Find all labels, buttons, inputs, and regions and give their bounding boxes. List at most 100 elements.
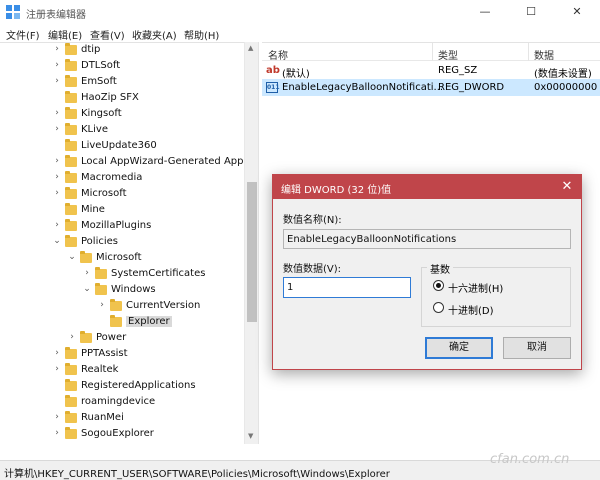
ok-button[interactable]: 确定	[425, 337, 493, 359]
chevron-right-icon[interactable]: ›	[52, 412, 62, 422]
tree-item[interactable]: › RuanMei	[0, 410, 245, 426]
tree-item[interactable]: › EmSoft	[0, 74, 245, 90]
tree-item-label[interactable]: RuanMei	[81, 412, 124, 423]
tree-item[interactable]: › KLive	[0, 122, 245, 138]
column-type[interactable]: 类型	[438, 47, 458, 62]
tree-item-label[interactable]: CurrentVersion	[126, 300, 200, 311]
tree-item-label[interactable]: SystemCertificates	[111, 268, 205, 279]
tree-item[interactable]: › dtip	[0, 43, 245, 58]
chevron-right-icon[interactable]: ›	[52, 44, 62, 54]
chevron-right-icon[interactable]: ›	[52, 108, 62, 118]
chevron-right-icon[interactable]: ›	[52, 364, 62, 374]
tree-item-label[interactable]: LiveUpdate360	[81, 140, 157, 151]
tree-item[interactable]: › Realtek	[0, 362, 245, 378]
tree-item[interactable]: ⌄ Microsoft	[0, 250, 245, 266]
tree-item[interactable]: › SogouExplorer	[0, 426, 245, 442]
tree-item[interactable]: Mine	[0, 202, 245, 218]
tree-item-label[interactable]: Macromedia	[81, 172, 142, 183]
tree-item-label[interactable]: Power	[96, 332, 126, 343]
column-divider[interactable]	[432, 43, 433, 61]
menu-view[interactable]: 查看(V)	[90, 27, 125, 42]
tree-item-label[interactable]: KLive	[81, 124, 108, 135]
tree-item-label[interactable]: Microsoft	[81, 188, 127, 199]
dialog-close-icon[interactable]: ✕	[557, 178, 577, 196]
chevron-down-icon[interactable]: ⌄	[52, 236, 62, 246]
chevron-right-icon[interactable]: ›	[52, 172, 62, 182]
tree-item[interactable]: › CurrentVersion	[0, 298, 245, 314]
tree-item-label[interactable]: Microsoft	[96, 252, 142, 263]
tree-item-label[interactable]: roamingdevice	[81, 396, 155, 407]
tree-item-label[interactable]: PPTAssist	[81, 348, 128, 359]
tree-item[interactable]: › Microsoft	[0, 186, 245, 202]
tree-item-label[interactable]: Windows	[111, 284, 156, 295]
menu-favorites[interactable]: 收藏夹(A)	[132, 27, 177, 42]
tree-item[interactable]: › PPTAssist	[0, 346, 245, 362]
tree-item-label[interactable]: HaoZip SFX	[81, 92, 139, 103]
scroll-up-arrow-icon[interactable]: ▲	[248, 44, 253, 52]
maximize-button[interactable]: ☐	[508, 0, 554, 24]
tree-item[interactable]: RegisteredApplications	[0, 378, 245, 394]
folder-icon	[110, 299, 122, 311]
list-row-selected[interactable]: 011 EnableLegacyBalloonNotificati... REG…	[262, 79, 600, 96]
chevron-right-icon[interactable]: ›	[52, 188, 62, 198]
tree-item[interactable]: › Power	[0, 330, 245, 346]
tree-item-label[interactable]: SogouExplorer	[81, 428, 154, 439]
tree-item[interactable]: roamingdevice	[0, 394, 245, 410]
chevron-right-icon[interactable]: ›	[52, 428, 62, 438]
tree-item[interactable]: ⌄ Windows	[0, 282, 245, 298]
tree-scrollbar[interactable]: ▲ ▼	[244, 42, 258, 444]
cancel-button[interactable]: 取消	[503, 337, 571, 359]
menu-edit[interactable]: 编辑(E)	[48, 27, 82, 42]
tree-item[interactable]: › Local AppWizard-Generated Applic	[0, 154, 255, 170]
column-divider[interactable]	[528, 43, 529, 61]
tree-item-label[interactable]: EmSoft	[81, 76, 117, 87]
tree-item[interactable]: HaoZip SFX	[0, 90, 245, 106]
tree-item-label[interactable]: RegisteredApplications	[81, 380, 196, 391]
column-name[interactable]: 名称	[268, 47, 288, 62]
chevron-right-icon[interactable]: ›	[52, 348, 62, 358]
tree-item[interactable]: › Macromedia	[0, 170, 245, 186]
tree-item[interactable]: ⌄ Policies	[0, 234, 245, 250]
chevron-right-icon[interactable]: ›	[52, 60, 62, 70]
tree-scroll-thumb[interactable]	[247, 182, 257, 322]
chevron-right-icon[interactable]: ›	[97, 300, 107, 310]
chevron-right-icon[interactable]: ›	[52, 76, 62, 86]
chevron-down-icon[interactable]: ⌄	[67, 252, 77, 262]
registry-tree[interactable]: › dtip › DTLSoft › EmSoft HaoZip SFX › Kingsoft ›…	[0, 42, 258, 444]
tree-item[interactable]: Explorer	[0, 314, 245, 330]
menu-help[interactable]: 帮助(H)	[184, 27, 219, 42]
chevron-right-icon[interactable]: ›	[67, 332, 77, 342]
dialog-title-bar[interactable]: 编辑 DWORD (32 位)值 ✕	[273, 175, 581, 199]
tree-item-label[interactable]: DTLSoft	[81, 60, 120, 71]
tree-item-label[interactable]: dtip	[81, 44, 100, 55]
tree-item-label[interactable]: Realtek	[81, 364, 118, 375]
tree-item-label[interactable]: Mine	[81, 204, 105, 215]
tree-item-label[interactable]: Kingsoft	[81, 108, 122, 119]
value-data-input[interactable]	[283, 277, 411, 298]
tree-item-label[interactable]: Explorer	[126, 316, 172, 327]
chevron-right-icon[interactable]: ›	[52, 220, 62, 230]
radio-hex-label[interactable]: 十六进制(H)	[448, 280, 503, 295]
tree-item-label[interactable]: MozillaPlugins	[81, 220, 151, 231]
folder-icon	[65, 411, 77, 423]
list-row[interactable]: ab (默认) REG_SZ (数值未设置)	[262, 62, 600, 80]
radio-hex-icon[interactable]	[433, 280, 444, 291]
chevron-down-icon[interactable]: ⌄	[82, 284, 92, 294]
chevron-right-icon[interactable]: ›	[82, 268, 92, 278]
tree-item[interactable]: › MozillaPlugins	[0, 218, 245, 234]
column-data[interactable]: 数据	[534, 47, 554, 62]
tree-item[interactable]: › SystemCertificates	[0, 266, 245, 282]
chevron-right-icon[interactable]: ›	[52, 124, 62, 134]
radio-dec-label[interactable]: 十进制(D)	[448, 302, 494, 317]
tree-item[interactable]: › Kingsoft	[0, 106, 245, 122]
tree-item-label[interactable]: Policies	[81, 236, 118, 247]
tree-item[interactable]: LiveUpdate360	[0, 138, 245, 154]
minimize-button[interactable]: —	[462, 0, 508, 24]
menu-file[interactable]: 文件(F)	[6, 27, 40, 42]
scroll-down-arrow-icon[interactable]: ▼	[248, 432, 253, 440]
chevron-right-icon[interactable]: ›	[52, 156, 62, 166]
radio-dec-icon[interactable]	[433, 302, 444, 313]
close-window-button[interactable]: ✕	[554, 0, 600, 24]
tree-item-label[interactable]: Local AppWizard-Generated Applic	[81, 156, 255, 167]
tree-item[interactable]: › DTLSoft	[0, 58, 245, 74]
